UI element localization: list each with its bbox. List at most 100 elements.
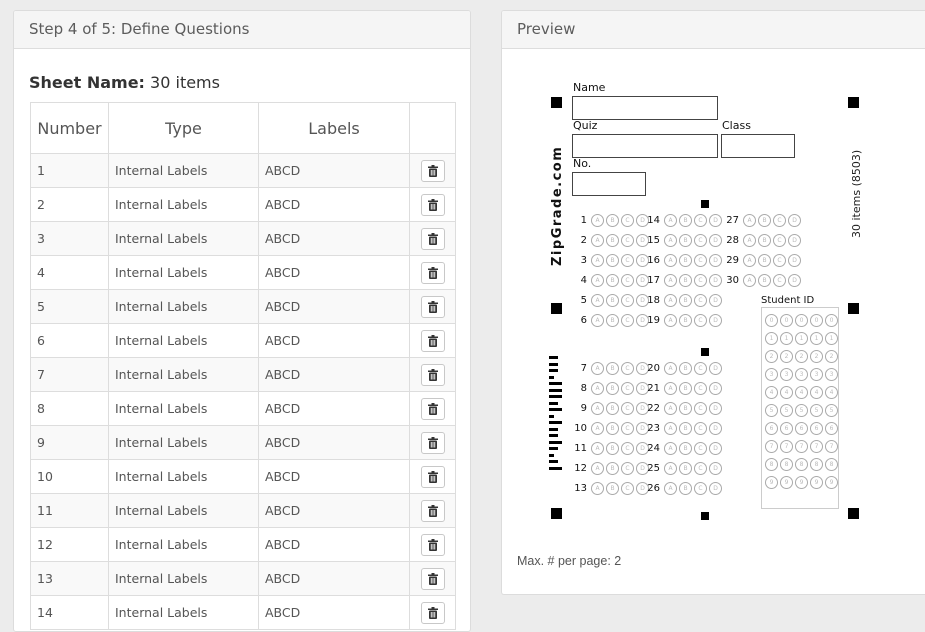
sheet-info: 30 items (8503) — [850, 149, 863, 238]
question-bubble-row: 30 A B C D — [724, 274, 803, 288]
id-bubble: 2 — [780, 349, 793, 363]
answer-bubble: B — [606, 314, 619, 327]
delete-question-button[interactable] — [420, 261, 445, 284]
question-labels: ABCD — [258, 357, 410, 392]
question-bubble-row: 25 A B C D — [645, 462, 724, 476]
question-number: 14 — [30, 595, 109, 630]
trash-icon — [427, 232, 438, 245]
question-bubble-row: 6ABCD — [572, 314, 651, 328]
question-bubble-number: 29 — [726, 255, 739, 266]
question-bubble-row: 19 A B C D — [645, 314, 724, 328]
answer-bubble: A — [743, 274, 756, 287]
student-id-row: 77777 — [762, 434, 838, 453]
delete-question-button[interactable] — [420, 533, 445, 556]
delete-question-button[interactable] — [420, 159, 445, 182]
answer-bubble: A — [591, 314, 604, 327]
table-row: 8 Internal Labels ABCD — [30, 391, 456, 426]
answer-bubble: C — [621, 234, 634, 247]
question-type: Internal Labels — [108, 595, 259, 630]
delete-question-button[interactable] — [420, 499, 445, 522]
answer-bubble: C — [773, 254, 786, 267]
id-bubble: 6 — [765, 421, 778, 435]
question-number: 3 — [30, 221, 109, 256]
answer-bubble: B — [679, 314, 692, 327]
delete-question-button[interactable] — [420, 295, 445, 318]
delete-question-button[interactable] — [420, 227, 445, 250]
answer-bubble: B — [758, 234, 771, 247]
answer-bubble: B — [679, 422, 692, 435]
barcode-bar — [549, 382, 562, 385]
question-number: 11 — [30, 493, 109, 528]
id-bubble: 8 — [780, 457, 793, 471]
delete-question-button[interactable] — [420, 193, 445, 216]
question-bubble-number: 27 — [726, 215, 739, 226]
answer-bubble: C — [694, 462, 707, 475]
answer-bubble: A — [664, 254, 677, 267]
answer-bubble: C — [773, 214, 786, 227]
id-bubble: 9 — [825, 475, 838, 489]
table-row: 1 Internal Labels ABCD — [30, 153, 456, 188]
trash-icon — [427, 504, 438, 517]
question-labels: ABCD — [258, 221, 410, 256]
answer-bubble: C — [694, 482, 707, 495]
questions-table: Number Type Labels 1 Internal Labels ABCD 2… — [30, 102, 456, 630]
id-bubble: 5 — [765, 403, 778, 417]
answer-bubble: A — [591, 362, 604, 375]
question-bubble-number: 25 — [647, 463, 660, 474]
answer-bubble: B — [606, 462, 619, 475]
answer-bubble: C — [621, 382, 634, 395]
id-bubble: 2 — [825, 349, 838, 363]
question-bubble-row: 26 A B C D — [645, 482, 724, 496]
answer-bubble: B — [758, 214, 771, 227]
student-id-row: 33333 — [762, 362, 838, 381]
delete-question-button[interactable] — [420, 431, 445, 454]
delete-question-button[interactable] — [420, 465, 445, 488]
question-bubble-number: 22 — [647, 403, 660, 414]
answer-bubble: C — [621, 422, 634, 435]
barcode-bar — [549, 362, 558, 366]
question-bubble-number: 23 — [647, 423, 660, 434]
question-bubble-row: 8ABCD — [572, 382, 651, 396]
question-bubble-number: 3 — [580, 255, 587, 266]
id-bubble: 7 — [780, 439, 793, 453]
answer-bubble: C — [621, 462, 634, 475]
answer-bubble: D — [709, 482, 722, 495]
answer-bubble: A — [591, 274, 604, 287]
delete-question-button[interactable] — [420, 567, 445, 590]
column-header-type: Type — [108, 102, 259, 154]
question-number: 12 — [30, 527, 109, 562]
delete-question-button[interactable] — [420, 397, 445, 420]
question-labels: ABCD — [258, 459, 410, 494]
barcode-bar — [549, 388, 562, 392]
question-bubble-number: 18 — [647, 295, 660, 306]
define-questions-panel: Step 4 of 5: Define Questions Sheet Name… — [13, 10, 471, 632]
answer-bubble: A — [664, 382, 677, 395]
registration-mark — [551, 97, 562, 108]
delete-question-button[interactable] — [420, 601, 445, 624]
answer-bubble: B — [606, 274, 619, 287]
question-type: Internal Labels — [108, 425, 259, 460]
id-bubble: 9 — [810, 475, 823, 489]
max-per-page: Max. # per page: 2 — [517, 554, 622, 568]
delete-cell — [409, 323, 456, 358]
answer-bubble: C — [694, 214, 707, 227]
question-type: Internal Labels — [108, 323, 259, 358]
question-bubble-number: 24 — [647, 443, 660, 454]
delete-question-button[interactable] — [420, 363, 445, 386]
id-bubble: 3 — [765, 367, 778, 381]
trash-icon — [427, 334, 438, 347]
question-number: 7 — [30, 357, 109, 392]
answer-bubble: A — [591, 294, 604, 307]
answer-bubble: D — [788, 274, 801, 287]
question-number: 8 — [30, 391, 109, 426]
answer-bubble: D — [709, 462, 722, 475]
student-id-row: 99999 — [762, 470, 838, 489]
answer-bubble: B — [679, 382, 692, 395]
id-bubble: 3 — [795, 367, 808, 381]
id-bubble: 5 — [810, 403, 823, 417]
delete-question-button[interactable] — [420, 329, 445, 352]
trash-icon — [427, 572, 438, 585]
question-bubble-number: 4 — [580, 275, 587, 286]
sheet-name: Sheet Name: 30 items — [29, 73, 220, 92]
table-row: 2 Internal Labels ABCD — [30, 187, 456, 222]
